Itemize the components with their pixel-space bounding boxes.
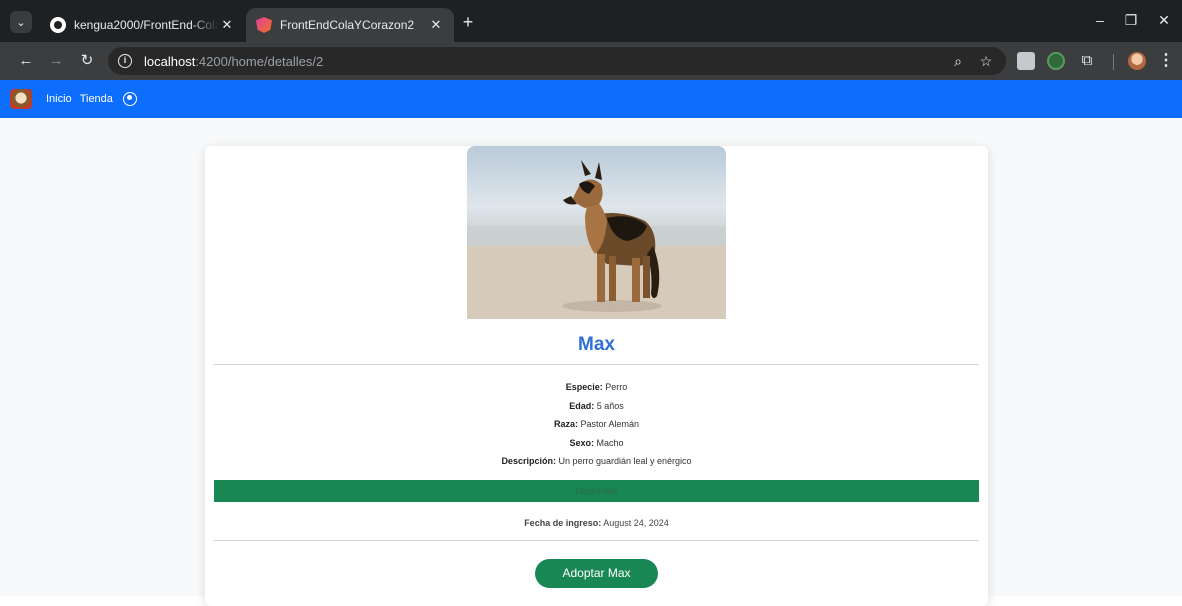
nav-link-inicio[interactable]: Inicio: [46, 93, 72, 105]
extensions-puzzle-icon[interactable]: ⧉: [1078, 52, 1096, 70]
browser-tab-strip: ⌄ kengua2000/FrontEnd-ColaYCorazon2 ✕ Fr…: [0, 0, 1182, 42]
pet-details-list: Especie: Perro Edad: 5 años Raza: Pastor…: [205, 378, 988, 471]
forward-arrow-icon[interactable]: →: [46, 51, 66, 71]
extension-icon[interactable]: [1017, 52, 1035, 70]
page-content: Max Especie: Perro Edad: 5 años Raza: Pa…: [0, 118, 1182, 606]
app-navbar: Inicio Tienda: [0, 80, 1182, 118]
back-arrow-icon[interactable]: ←: [16, 51, 36, 71]
detail-edad: Edad: 5 años: [569, 400, 624, 411]
pet-name-title: Max: [578, 334, 615, 355]
divider: [214, 364, 979, 365]
detail-raza: Raza: Pastor Alemán: [553, 419, 640, 429]
brand-logo[interactable]: [10, 89, 32, 109]
divider: [214, 540, 979, 541]
minimize-icon[interactable]: –: [1090, 12, 1110, 28]
zoom-icon[interactable]: ⌕: [950, 53, 966, 70]
intake-date: Fecha de ingreso: August 24, 2024: [524, 518, 669, 528]
tab-title: FrontEndColaYCorazon2: [280, 18, 415, 32]
toolbar-divider: [1113, 54, 1114, 70]
menu-kebab-icon[interactable]: ⋮: [1157, 52, 1175, 70]
close-window-icon[interactable]: ✕: [1154, 12, 1174, 29]
angular-icon: [256, 17, 272, 33]
pet-photo: [467, 146, 726, 319]
detail-descripcion: Descripción: Un perro guardián leal y en…: [501, 456, 692, 466]
address-bar[interactable]: i localhost:4200/home/detalles/2 ⌕ ☆: [108, 47, 1006, 75]
site-info-icon[interactable]: i: [118, 54, 132, 68]
restore-icon[interactable]: ❐: [1121, 12, 1141, 29]
browser-toolbar: ← → ↻ i localhost:4200/home/detalles/2 ⌕…: [0, 42, 1182, 80]
download-extension-icon[interactable]: [1047, 52, 1065, 70]
tab-frontend-app[interactable]: FrontEndColaYCorazon2 ✕: [246, 8, 454, 42]
address-url: localhost:4200/home/detalles/2: [144, 53, 324, 69]
profile-avatar[interactable]: [1128, 52, 1146, 70]
close-tab-icon[interactable]: ✕: [428, 17, 444, 33]
tab-github[interactable]: kengua2000/FrontEnd-ColaYCorazon2 ✕: [40, 8, 245, 42]
adopt-button[interactable]: Adoptar Max: [535, 559, 658, 588]
bookmark-star-icon[interactable]: ☆: [978, 53, 994, 70]
reload-icon[interactable]: ↻: [77, 51, 97, 71]
detail-sexo: Sexo: Macho: [569, 437, 624, 448]
nav-link-tienda[interactable]: Tienda: [80, 93, 113, 105]
tab-search-chevron-icon[interactable]: ⌄: [10, 11, 32, 33]
pet-detail-card: Max Especie: Perro Edad: 5 años Raza: Pa…: [205, 146, 988, 606]
tab-title: kengua2000/FrontEnd-ColaYCorazon2: [74, 18, 219, 32]
status-badge: Disponible: [214, 480, 979, 502]
user-account-icon[interactable]: [122, 92, 137, 106]
github-icon: [50, 17, 66, 33]
german-shepherd-image: [467, 160, 726, 319]
close-tab-icon[interactable]: ✕: [219, 17, 235, 33]
detail-especie: Especie: Perro: [565, 382, 628, 392]
new-tab-icon[interactable]: +: [458, 12, 478, 33]
